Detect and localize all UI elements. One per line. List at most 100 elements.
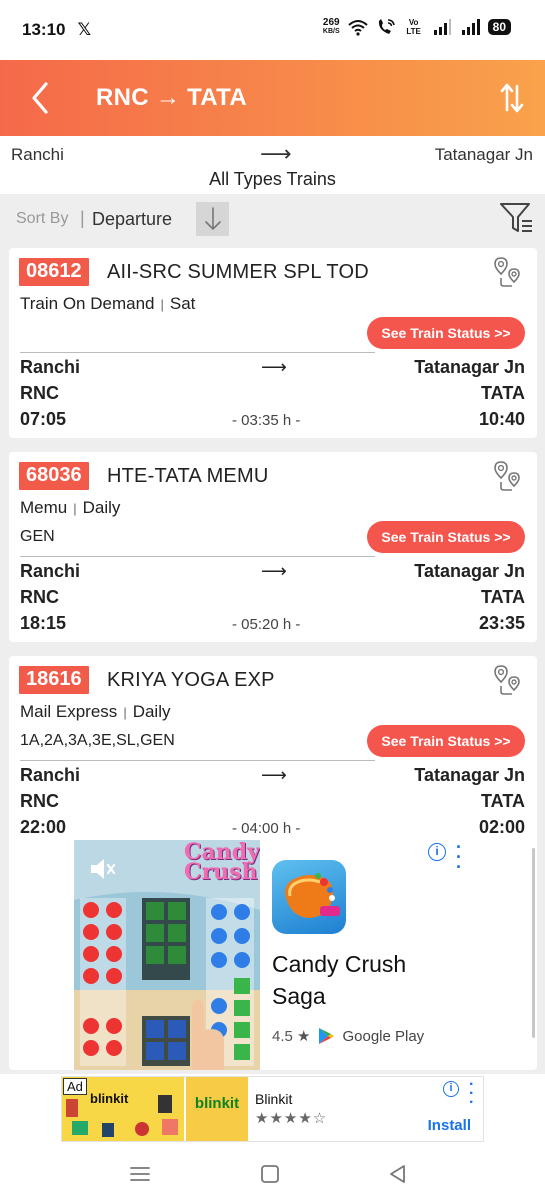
ad-rating-row: 4.5 ★ Google Play xyxy=(272,1026,424,1046)
arrow-right-icon: ⟶ xyxy=(261,357,287,377)
divider xyxy=(20,556,375,557)
mute-icon[interactable] xyxy=(88,856,116,882)
app-header: RNC → TATA xyxy=(0,60,545,136)
candy-icon xyxy=(285,873,340,918)
route-map-icon[interactable] xyxy=(492,664,524,696)
from-station-code: RNC xyxy=(20,383,59,403)
to-station-name: Tatanagar Jn xyxy=(414,357,525,377)
banner-ad-rating: ★★★★☆ xyxy=(255,1110,328,1127)
from-station-name: Ranchi xyxy=(20,357,81,377)
see-train-status-button[interactable]: See Train Status >> xyxy=(367,725,525,757)
volte-label: Vo LTE xyxy=(406,18,421,36)
ad-app-title[interactable]: Candy Crush Saga xyxy=(272,948,452,1012)
journey-duration: - 05:20 h - xyxy=(232,616,301,633)
route-to: Tatanagar Jn xyxy=(434,145,533,164)
departure-time: 07:05 xyxy=(20,409,67,429)
sort-label: Sort By xyxy=(16,210,69,227)
page-title: RNC → TATA xyxy=(96,84,247,111)
swap-vertical-icon[interactable] xyxy=(499,80,525,116)
candy-column-1 xyxy=(80,898,126,1066)
from-station-name: Ranchi xyxy=(20,561,81,581)
install-button[interactable]: Install xyxy=(428,1117,471,1134)
arrival-time: 23:35 xyxy=(478,613,525,633)
status-bar: 13:10 𝕏 269 KB/S Vo LTE 80 xyxy=(0,0,545,60)
wifi-icon xyxy=(347,20,368,36)
arrow-right-icon: ⟶ xyxy=(261,561,287,581)
banner-info-icon[interactable]: i xyxy=(443,1081,459,1097)
status-icons: 269 KB/S Vo LTE 80 xyxy=(323,18,511,36)
back-triangle-icon[interactable] xyxy=(386,1162,410,1186)
train-types-filter[interactable]: All Types Trains xyxy=(0,169,545,190)
x-app-icon: 𝕏 xyxy=(77,20,92,39)
battery-indicator: 80 xyxy=(487,19,511,35)
ad-badge: Ad xyxy=(63,1078,87,1095)
banner-ad-content[interactable]: Ad blinkit blinkit Blinkit ★★★★☆ Install… xyxy=(61,1076,484,1142)
train-number: 68036 xyxy=(19,462,89,490)
sort-dropdown[interactable]: Departure xyxy=(92,209,172,230)
banner-more-vertical-icon[interactable]: · · · xyxy=(469,1077,475,1111)
route-arrow-icon: ⟶ xyxy=(260,141,292,166)
to-station-name: Tatanagar Jn xyxy=(414,561,525,581)
to-station-code: TATA xyxy=(481,587,525,607)
candy-crush-app-icon[interactable] xyxy=(272,860,346,934)
arrival-time: 10:40 xyxy=(478,409,525,429)
ad-rating: 4.5 ★ xyxy=(272,1028,311,1045)
system-nav-bar xyxy=(0,1150,545,1200)
net-speed: 269 KB/S xyxy=(322,17,340,36)
route-map-icon[interactable] xyxy=(492,256,524,288)
sort-bar: Sort By | Departure xyxy=(0,194,545,244)
journey-duration: - 03:35 h - xyxy=(232,412,301,429)
banner-ad-title[interactable]: Blinkit xyxy=(255,1091,292,1107)
home-icon[interactable] xyxy=(258,1162,282,1186)
to-station-code: TATA xyxy=(481,383,525,403)
banner-ad: Ad blinkit blinkit Blinkit ★★★★☆ Install… xyxy=(0,1074,545,1150)
route-from: Ranchi xyxy=(11,145,64,164)
ad-info-icon[interactable]: i xyxy=(428,843,446,861)
route-summary: Ranchi ⟶ Tatanagar Jn All Types Trains xyxy=(0,136,545,194)
route-map-icon[interactable] xyxy=(492,460,524,492)
native-ad[interactable]: Candy Crush Candy Crush Saga 4.5 ★ Google… xyxy=(74,838,468,1070)
see-train-status-button[interactable]: See Train Status >> xyxy=(367,521,525,553)
train-number: 08612 xyxy=(19,258,89,286)
sort-separator: | xyxy=(80,208,85,228)
divider xyxy=(20,760,375,761)
signal-icon-sim1 xyxy=(433,19,451,35)
train-name: KRIYA YOGA EXP xyxy=(107,669,275,691)
blinkit-banner-word: blinkit xyxy=(90,1091,129,1106)
train-type-days: Memu | Daily xyxy=(20,498,121,517)
departure-time: 18:15 xyxy=(20,613,67,633)
to-station-name: Tatanagar Jn xyxy=(414,765,525,785)
train-card[interactable]: 08612 AII-SRC SUMMER SPL TOD Train On De… xyxy=(9,248,537,438)
chevron-left-icon[interactable] xyxy=(22,78,58,118)
train-type-days: Mail Express | Daily xyxy=(20,702,171,721)
train-card[interactable]: 68036 HTE-TATA MEMU Memu | Daily GEN See T… xyxy=(9,452,537,642)
status-time: 13:10 xyxy=(22,20,66,39)
candy-crush-logo: Candy Crush xyxy=(184,840,260,885)
blinkit-logo-word: blinkit xyxy=(194,1095,240,1112)
sort-direction-button[interactable] xyxy=(196,202,229,236)
to-station-code: TATA xyxy=(481,791,525,811)
train-classes: GEN xyxy=(20,528,55,545)
from-station-code: RNC xyxy=(20,791,59,811)
train-name: HTE-TATA MEMU xyxy=(107,465,269,487)
train-type-days: Train On Demand | Sat xyxy=(20,294,196,313)
departure-time: 22:00 xyxy=(20,817,67,837)
ad-game-image[interactable]: Candy Crush xyxy=(74,840,260,1070)
filter-icon[interactable] xyxy=(499,200,535,236)
train-classes: 1A,2A,3A,3E,SL,GEN xyxy=(20,732,175,749)
arrow-down-icon xyxy=(204,207,221,230)
arrival-time: 02:00 xyxy=(478,817,525,837)
divider xyxy=(20,352,375,353)
google-play-label: Google Play xyxy=(342,1027,425,1045)
google-play-icon xyxy=(319,1028,335,1044)
signal-icon-sim2 xyxy=(461,19,480,35)
scrollbar-thumb[interactable] xyxy=(532,848,535,1038)
blinkit-logo[interactable]: blinkit xyxy=(186,1077,248,1141)
more-vertical-icon[interactable]: · · · xyxy=(456,838,462,876)
train-name: AII-SRC SUMMER SPL TOD xyxy=(107,261,369,283)
see-train-status-button[interactable]: See Train Status >> xyxy=(367,317,525,349)
journey-duration: - 04:00 h - xyxy=(232,820,301,837)
recent-apps-icon[interactable] xyxy=(128,1162,152,1186)
from-station-code: RNC xyxy=(20,587,59,607)
from-station-name: Ranchi xyxy=(20,765,81,785)
